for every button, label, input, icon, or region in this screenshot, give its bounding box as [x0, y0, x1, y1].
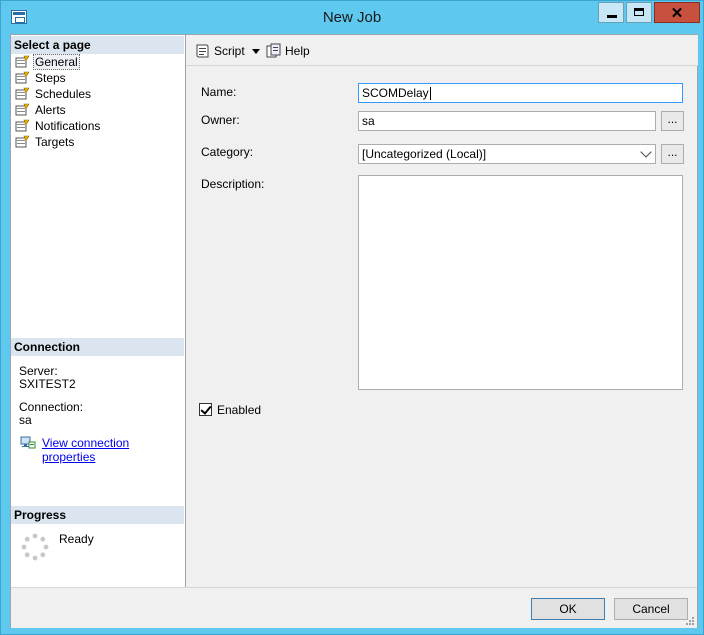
title-bar[interactable]: New Job ✕ [1, 1, 703, 33]
connection-value: sa [19, 413, 32, 427]
category-select[interactable]: [Uncategorized (Local)] [358, 144, 656, 164]
description-textarea[interactable] [358, 175, 683, 390]
close-icon: ✕ [670, 5, 684, 22]
owner-browse-button[interactable]: ... [661, 111, 684, 131]
page-item-label: Notifications [35, 119, 101, 133]
select-page-header: Select a page [11, 36, 184, 54]
owner-input[interactable]: sa [358, 111, 656, 131]
close-button[interactable]: ✕ [654, 2, 700, 23]
page-item-label: Schedules [35, 87, 92, 101]
page-icon [15, 55, 30, 68]
progress-status: Ready [59, 532, 94, 546]
page-icon [15, 103, 30, 116]
page-item-label: Steps [35, 71, 66, 85]
page-item-label: Alerts [35, 103, 66, 117]
connection-properties-icon [20, 436, 36, 449]
category-browse-button[interactable]: ... [661, 144, 684, 164]
page-item-alerts[interactable]: Alerts [14, 102, 100, 118]
progress-spinner-icon [21, 533, 49, 561]
name-input[interactable]: SCOMDelay [358, 83, 683, 103]
page-icon [15, 119, 30, 132]
help-button[interactable]: Help [265, 43, 310, 59]
chevron-down-icon [640, 146, 652, 158]
help-label: Help [285, 44, 310, 58]
enabled-label: Enabled [217, 403, 262, 417]
connection-label: Connection: [19, 400, 84, 414]
new-job-window: New Job ✕ Select a page General Steps Sc… [0, 0, 704, 635]
owner-label: Owner: [201, 113, 240, 127]
server-label: Server: [19, 364, 58, 378]
page-icon [15, 87, 30, 100]
view-connection-properties-link[interactable]: View connection properties [42, 436, 185, 464]
page-item-label: General [33, 54, 80, 70]
ok-button[interactable]: OK [531, 598, 605, 620]
button-bar: OK Cancel [11, 587, 697, 628]
page-icon [15, 135, 30, 148]
category-select-value: [Uncategorized (Local)] [362, 147, 487, 161]
name-input-value: SCOMDelay [362, 86, 429, 100]
dialog-client: Select a page General Steps Schedules Al… [10, 34, 698, 628]
left-pane: Select a page General Steps Schedules Al… [11, 35, 186, 587]
description-label: Description: [201, 177, 265, 191]
resize-grip-icon[interactable] [685, 616, 695, 626]
enabled-checkbox[interactable] [199, 403, 212, 416]
page-item-notifications[interactable]: Notifications [14, 118, 100, 134]
name-label: Name: [201, 85, 237, 99]
page-icon [15, 71, 30, 84]
toolbar: Script Help [186, 35, 698, 66]
page-item-general[interactable]: General [14, 54, 100, 70]
page-item-targets[interactable]: Targets [14, 134, 100, 150]
page-list: General Steps Schedules Alerts Notificat… [14, 54, 100, 150]
minimize-button[interactable] [598, 2, 624, 23]
progress-header: Progress [11, 506, 184, 524]
page-item-schedules[interactable]: Schedules [14, 86, 100, 102]
page-item-label: Targets [35, 135, 75, 149]
script-icon [196, 44, 209, 58]
maximize-button[interactable] [626, 2, 652, 23]
script-dropdown-arrow-icon[interactable] [252, 49, 260, 54]
category-label: Category: [201, 145, 254, 159]
script-label: Script [214, 44, 245, 58]
help-icon [266, 43, 281, 58]
connection-header: Connection [11, 338, 184, 356]
page-item-steps[interactable]: Steps [14, 70, 100, 86]
cancel-button[interactable]: Cancel [614, 598, 688, 620]
server-value: SXITEST2 [19, 377, 76, 391]
script-button[interactable]: Script [194, 43, 245, 59]
